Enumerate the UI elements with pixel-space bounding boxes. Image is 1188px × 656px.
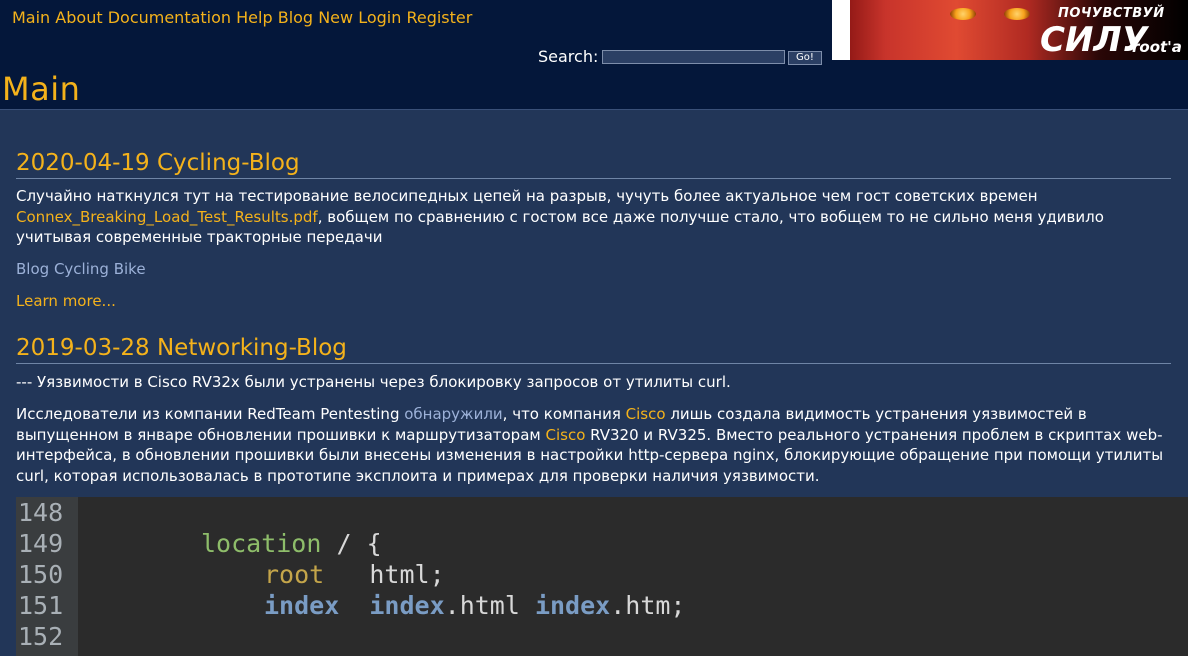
code-keyword: location: [201, 529, 322, 558]
tag-link-blog[interactable]: Blog: [16, 260, 49, 278]
code-keyword: root: [264, 560, 325, 589]
code-block: 148 149 150 151 152 location / { root ht…: [16, 497, 1188, 656]
nav-main[interactable]: Main: [12, 8, 50, 27]
line-number-gutter: 148 149 150 151 152: [16, 497, 78, 656]
cisco-link[interactable]: Cisco: [626, 405, 666, 423]
learn-more-link[interactable]: Learn more...: [16, 292, 116, 310]
line-number: 151: [18, 591, 64, 620]
code-text: .html: [444, 591, 535, 620]
learn-more-row: Learn more...: [16, 291, 1171, 312]
pdf-link[interactable]: Connex_Breaking_Load_Test_Results.pdf: [16, 208, 318, 226]
banner-slogan-line1: ПОЧУВСТВУЙ: [1058, 6, 1165, 21]
nav-documentation[interactable]: Documentation: [108, 8, 231, 27]
code-text: .htm;: [610, 591, 686, 620]
post-tags: Blog Cycling Bike: [16, 259, 1171, 280]
code-text: / {: [321, 529, 382, 558]
code-line: index index.html index.htm;: [264, 590, 685, 621]
line-number: 149: [18, 529, 64, 558]
code-keyword: index: [534, 591, 611, 620]
post-paragraph: Случайно наткнулся тут на тестирование в…: [16, 186, 1171, 248]
top-navigation: Main About Documentation Help Blog New L…: [12, 8, 472, 28]
code-keyword: index: [369, 591, 445, 620]
paragraph-text: Случайно наткнулся тут на тестирование в…: [16, 187, 1038, 205]
search-go-button[interactable]: Go!: [788, 51, 822, 65]
tag-link-bike[interactable]: Bike: [114, 260, 146, 278]
search-input[interactable]: [602, 50, 785, 64]
code-keyword: index: [264, 591, 340, 620]
search-form: Search: Go!: [538, 47, 822, 67]
code-line: root html;: [264, 559, 445, 590]
line-number: 148: [18, 498, 64, 527]
site-header: Main About Documentation Help Blog New L…: [0, 0, 1188, 110]
line-number: 152: [18, 622, 64, 651]
cisco-link[interactable]: Cisco: [545, 426, 585, 444]
nav-login[interactable]: Login: [358, 8, 401, 27]
banner-image: ПОЧУВСТВУЙ СИЛУ root'a: [832, 0, 1188, 60]
post-title: 2019-03-28 Networking-Blog: [16, 333, 1171, 364]
nav-about[interactable]: About: [55, 8, 102, 27]
post-paragraph: Исследователи из компании RedTeam Pentes…: [16, 404, 1171, 486]
code-text: html;: [324, 560, 445, 589]
nav-new[interactable]: New: [318, 8, 353, 27]
banner-eye-left: [950, 8, 976, 20]
nav-blog[interactable]: Blog: [278, 8, 313, 27]
tag-link-cycling[interactable]: Cycling: [54, 260, 109, 278]
nav-help[interactable]: Help: [236, 8, 272, 27]
post-paragraph: --- Уязвимости в Cisco RV32x были устран…: [16, 373, 731, 391]
banner-slogan-line3: root'a: [1132, 38, 1182, 56]
nav-register[interactable]: Register: [406, 8, 472, 27]
line-number: 150: [18, 560, 64, 589]
code-line: location / {: [201, 528, 382, 559]
search-label: Search:: [538, 47, 599, 66]
page-title: Main: [2, 70, 81, 108]
discovered-link[interactable]: обнаружили: [404, 405, 502, 423]
banner-stripe: [832, 0, 850, 60]
banner-eye-right: [1004, 8, 1030, 20]
paragraph-text: , что компания: [502, 405, 626, 423]
post-title: 2020-04-19 Cycling-Blog: [16, 148, 1171, 179]
paragraph-text: Исследователи из компании RedTeam Pentes…: [16, 405, 405, 423]
